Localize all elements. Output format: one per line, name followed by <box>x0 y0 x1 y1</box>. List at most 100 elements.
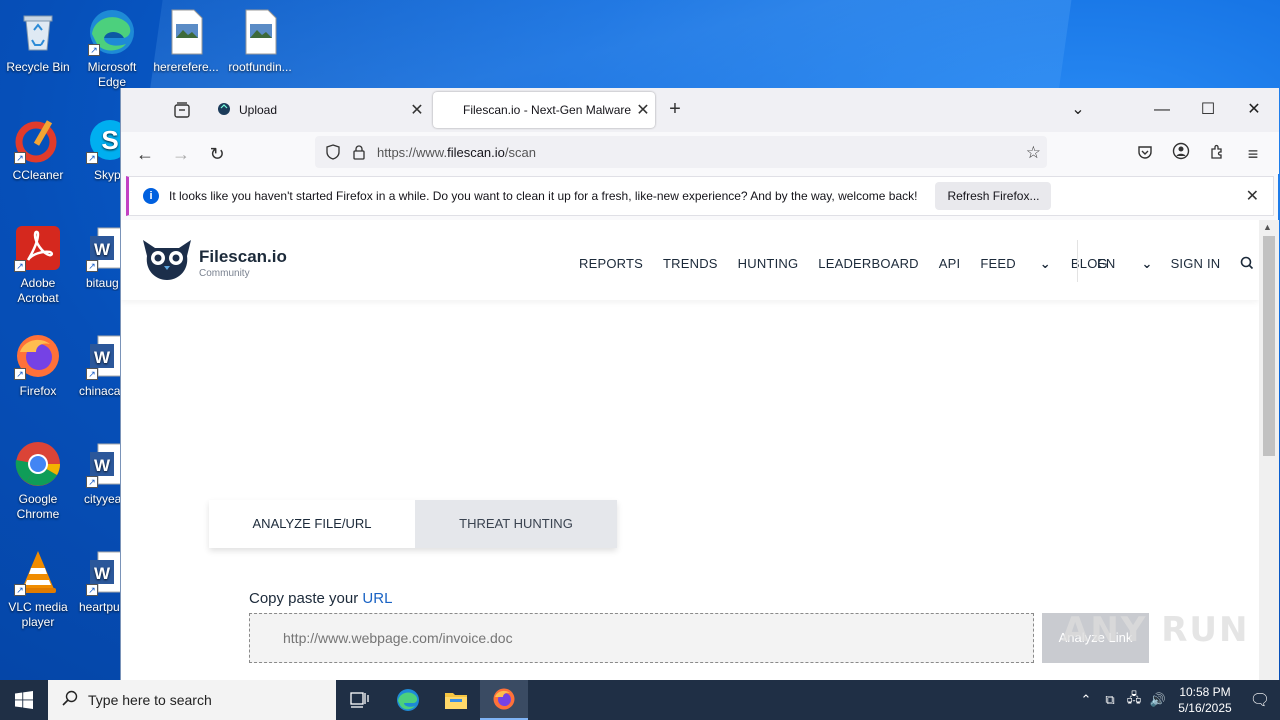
menu-item-leaderboard[interactable]: LEADERBOARD <box>818 256 918 272</box>
minimize-button[interactable]: — <box>1139 96 1185 124</box>
desktop-icon-microsoft-edge[interactable]: ↗ Microsoft Edge <box>74 8 150 90</box>
desktop-icon-label: VLC media player <box>8 600 68 629</box>
desktop-icon-label: chinaca <box>79 384 121 398</box>
sign-in-link[interactable]: SIGN IN <box>1171 256 1221 273</box>
taskbar-clock[interactable]: 10:58 PM 5/16/2025 <box>1170 684 1240 716</box>
language-select[interactable]: EN <box>1097 256 1135 273</box>
header-utilities: EN ⌄ SIGN IN <box>1097 256 1254 273</box>
tab-filescan[interactable]: Filescan.io - Next-Gen Malware ✕ <box>433 92 655 128</box>
extensions-puzzle-icon[interactable] <box>1203 140 1231 168</box>
forward-arrow-icon[interactable]: → <box>167 140 195 168</box>
tab-upload[interactable]: Upload ✕ <box>207 92 429 128</box>
url-mode-link[interactable]: URL <box>362 590 392 607</box>
desktop-icon-firefox[interactable]: ↗ Firefox <box>0 332 76 399</box>
taskbar-edge-icon[interactable] <box>384 680 432 720</box>
skype-icon: S ↗ <box>86 116 124 164</box>
google-chrome-icon <box>14 440 62 488</box>
menu-item-trends[interactable]: TRENDS <box>663 256 718 272</box>
list-all-tabs-chevron-icon[interactable]: ⌄ <box>1055 96 1101 124</box>
copy-paste-text: Copy paste your <box>249 590 363 607</box>
meet-now-icon[interactable]: ⧉ <box>1098 692 1122 708</box>
menu-item-hunting[interactable]: HUNTING <box>738 256 799 272</box>
url-text[interactable]: https://www.filescan.io/scan <box>377 145 536 160</box>
desktop-icon-google-chrome[interactable]: Google Chrome <box>0 440 76 522</box>
microsoft-edge-icon: ↗ <box>88 8 136 56</box>
system-tray: ⌃ ⧉ 🖧 🔊 10:58 PM 5/16/2025 🗨 <box>1074 680 1280 720</box>
desktop-icon-vlc[interactable]: ↗ VLC media player <box>0 548 76 630</box>
chevron-down-icon[interactable]: ⌄ <box>1040 256 1051 272</box>
refresh-firefox-button[interactable]: Refresh Firefox... <box>935 182 1052 210</box>
tab-analyze-file-url[interactable]: ANALYZE FILE/URL <box>209 500 415 548</box>
taskbar-file-explorer-icon[interactable] <box>432 680 480 720</box>
volume-icon[interactable]: 🔊 <box>1146 692 1170 708</box>
close-tab-icon[interactable]: ✕ <box>405 100 429 120</box>
tab-tray-icon[interactable] <box>165 96 199 124</box>
close-notification-icon[interactable]: ✕ <box>1246 186 1259 206</box>
chevron-up-icon[interactable]: ⌃ <box>1074 692 1098 708</box>
task-view-icon[interactable] <box>336 680 384 720</box>
taskbar-firefox-icon[interactable] <box>480 680 528 720</box>
desktop-icon-word-doc[interactable]: W ↗ chinaca <box>74 332 124 399</box>
menu-item-api[interactable]: API <box>939 256 961 272</box>
url-prefix: https://www. <box>377 144 448 160</box>
lock-icon[interactable] <box>351 144 367 165</box>
desktop-icon-word-doc[interactable]: W ↗ bitaug <box>74 224 124 291</box>
desktop-icon-skype[interactable]: S ↗ Skyp <box>74 116 124 183</box>
taskbar-search-box[interactable]: Type here to search <box>48 680 336 720</box>
action-center-icon[interactable]: 🗨 <box>1240 690 1280 710</box>
network-icon[interactable]: 🖧 <box>1122 689 1146 711</box>
close-window-button[interactable]: ✕ <box>1231 96 1277 124</box>
desktop-icon-recycle-bin[interactable]: Recycle Bin <box>0 8 76 75</box>
word-document-icon: W ↗ <box>86 440 124 488</box>
chevron-down-icon[interactable]: ⌄ <box>1141 256 1152 273</box>
bookmark-star-icon[interactable]: ☆ <box>1026 143 1041 163</box>
desktop-icon-file[interactable]: hererefere... <box>148 8 224 75</box>
windows-start-icon[interactable] <box>0 680 48 720</box>
desktop-icon-label: rootfundin... <box>228 60 292 74</box>
desktop-icon-file[interactable]: rootfundin... <box>222 8 298 75</box>
desktop-icon-label: Microsoft Edge <box>87 60 137 89</box>
site-logo[interactable]: Filescan.io Community <box>141 238 287 287</box>
desktop-icon-label: Google Chrome <box>16 492 60 521</box>
anyrun-watermark: ANY RUN <box>1062 610 1250 650</box>
desktop-icon-ccleaner[interactable]: ↗ CCleaner <box>0 116 76 183</box>
desktop-icon-label: bitaug <box>86 276 119 290</box>
reload-icon[interactable]: ↻ <box>203 140 231 168</box>
svg-text:W: W <box>94 240 111 259</box>
menu-item-feed[interactable]: FEED <box>980 256 1035 272</box>
tab-threat-hunting[interactable]: THREAT HUNTING <box>415 500 617 548</box>
shortcut-arrow-icon: ↗ <box>86 368 98 380</box>
search-icon <box>62 690 78 711</box>
new-tab-button[interactable]: + <box>663 98 687 122</box>
shield-icon[interactable] <box>325 144 341 165</box>
url-domain: filescan.io <box>447 144 505 160</box>
tab-title: Filescan.io - Next-Gen Malware <box>463 103 631 117</box>
url-bar[interactable]: https://www.filescan.io/scan ☆ <box>315 136 1047 168</box>
hamburger-menu-icon[interactable]: ≡ <box>1239 140 1267 168</box>
page-scrollbar[interactable]: ▲ <box>1259 220 1279 680</box>
desktop-icon-word-doc[interactable]: W ↗ heartpu <box>74 548 124 615</box>
scrollbar-thumb[interactable] <box>1263 236 1275 456</box>
desktop-icon-label: Adobe Acrobat <box>17 276 59 305</box>
pocket-icon[interactable] <box>1131 140 1159 168</box>
search-icon[interactable] <box>1240 256 1254 273</box>
tab-bar: Upload ✕ Filescan.io - Next-Gen Malware … <box>121 88 1279 132</box>
svg-text:W: W <box>94 348 111 367</box>
desktop-icon-adobe-acrobat[interactable]: ↗ Adobe Acrobat <box>0 224 76 306</box>
maximize-button[interactable]: ☐ <box>1185 96 1231 124</box>
site-header: Filescan.io Community REPORTS TRENDS HUN… <box>121 220 1259 300</box>
info-icon: i <box>143 188 159 204</box>
image-file-icon <box>236 8 284 56</box>
desktop-icon-word-doc[interactable]: W ↗ cityyea <box>74 440 124 507</box>
account-icon[interactable] <box>1167 140 1195 168</box>
close-tab-icon[interactable]: ✕ <box>631 100 655 120</box>
recycle-bin-icon <box>14 8 62 56</box>
tab-title: Upload <box>239 103 278 117</box>
back-arrow-icon[interactable]: ← <box>131 140 159 168</box>
svg-text:W: W <box>94 564 111 583</box>
shortcut-arrow-icon: ↗ <box>86 152 98 164</box>
url-input[interactable] <box>249 613 1034 663</box>
scroll-up-icon[interactable]: ▲ <box>1263 222 1272 232</box>
word-document-icon: W ↗ <box>86 224 124 272</box>
menu-item-reports[interactable]: REPORTS <box>579 256 643 272</box>
